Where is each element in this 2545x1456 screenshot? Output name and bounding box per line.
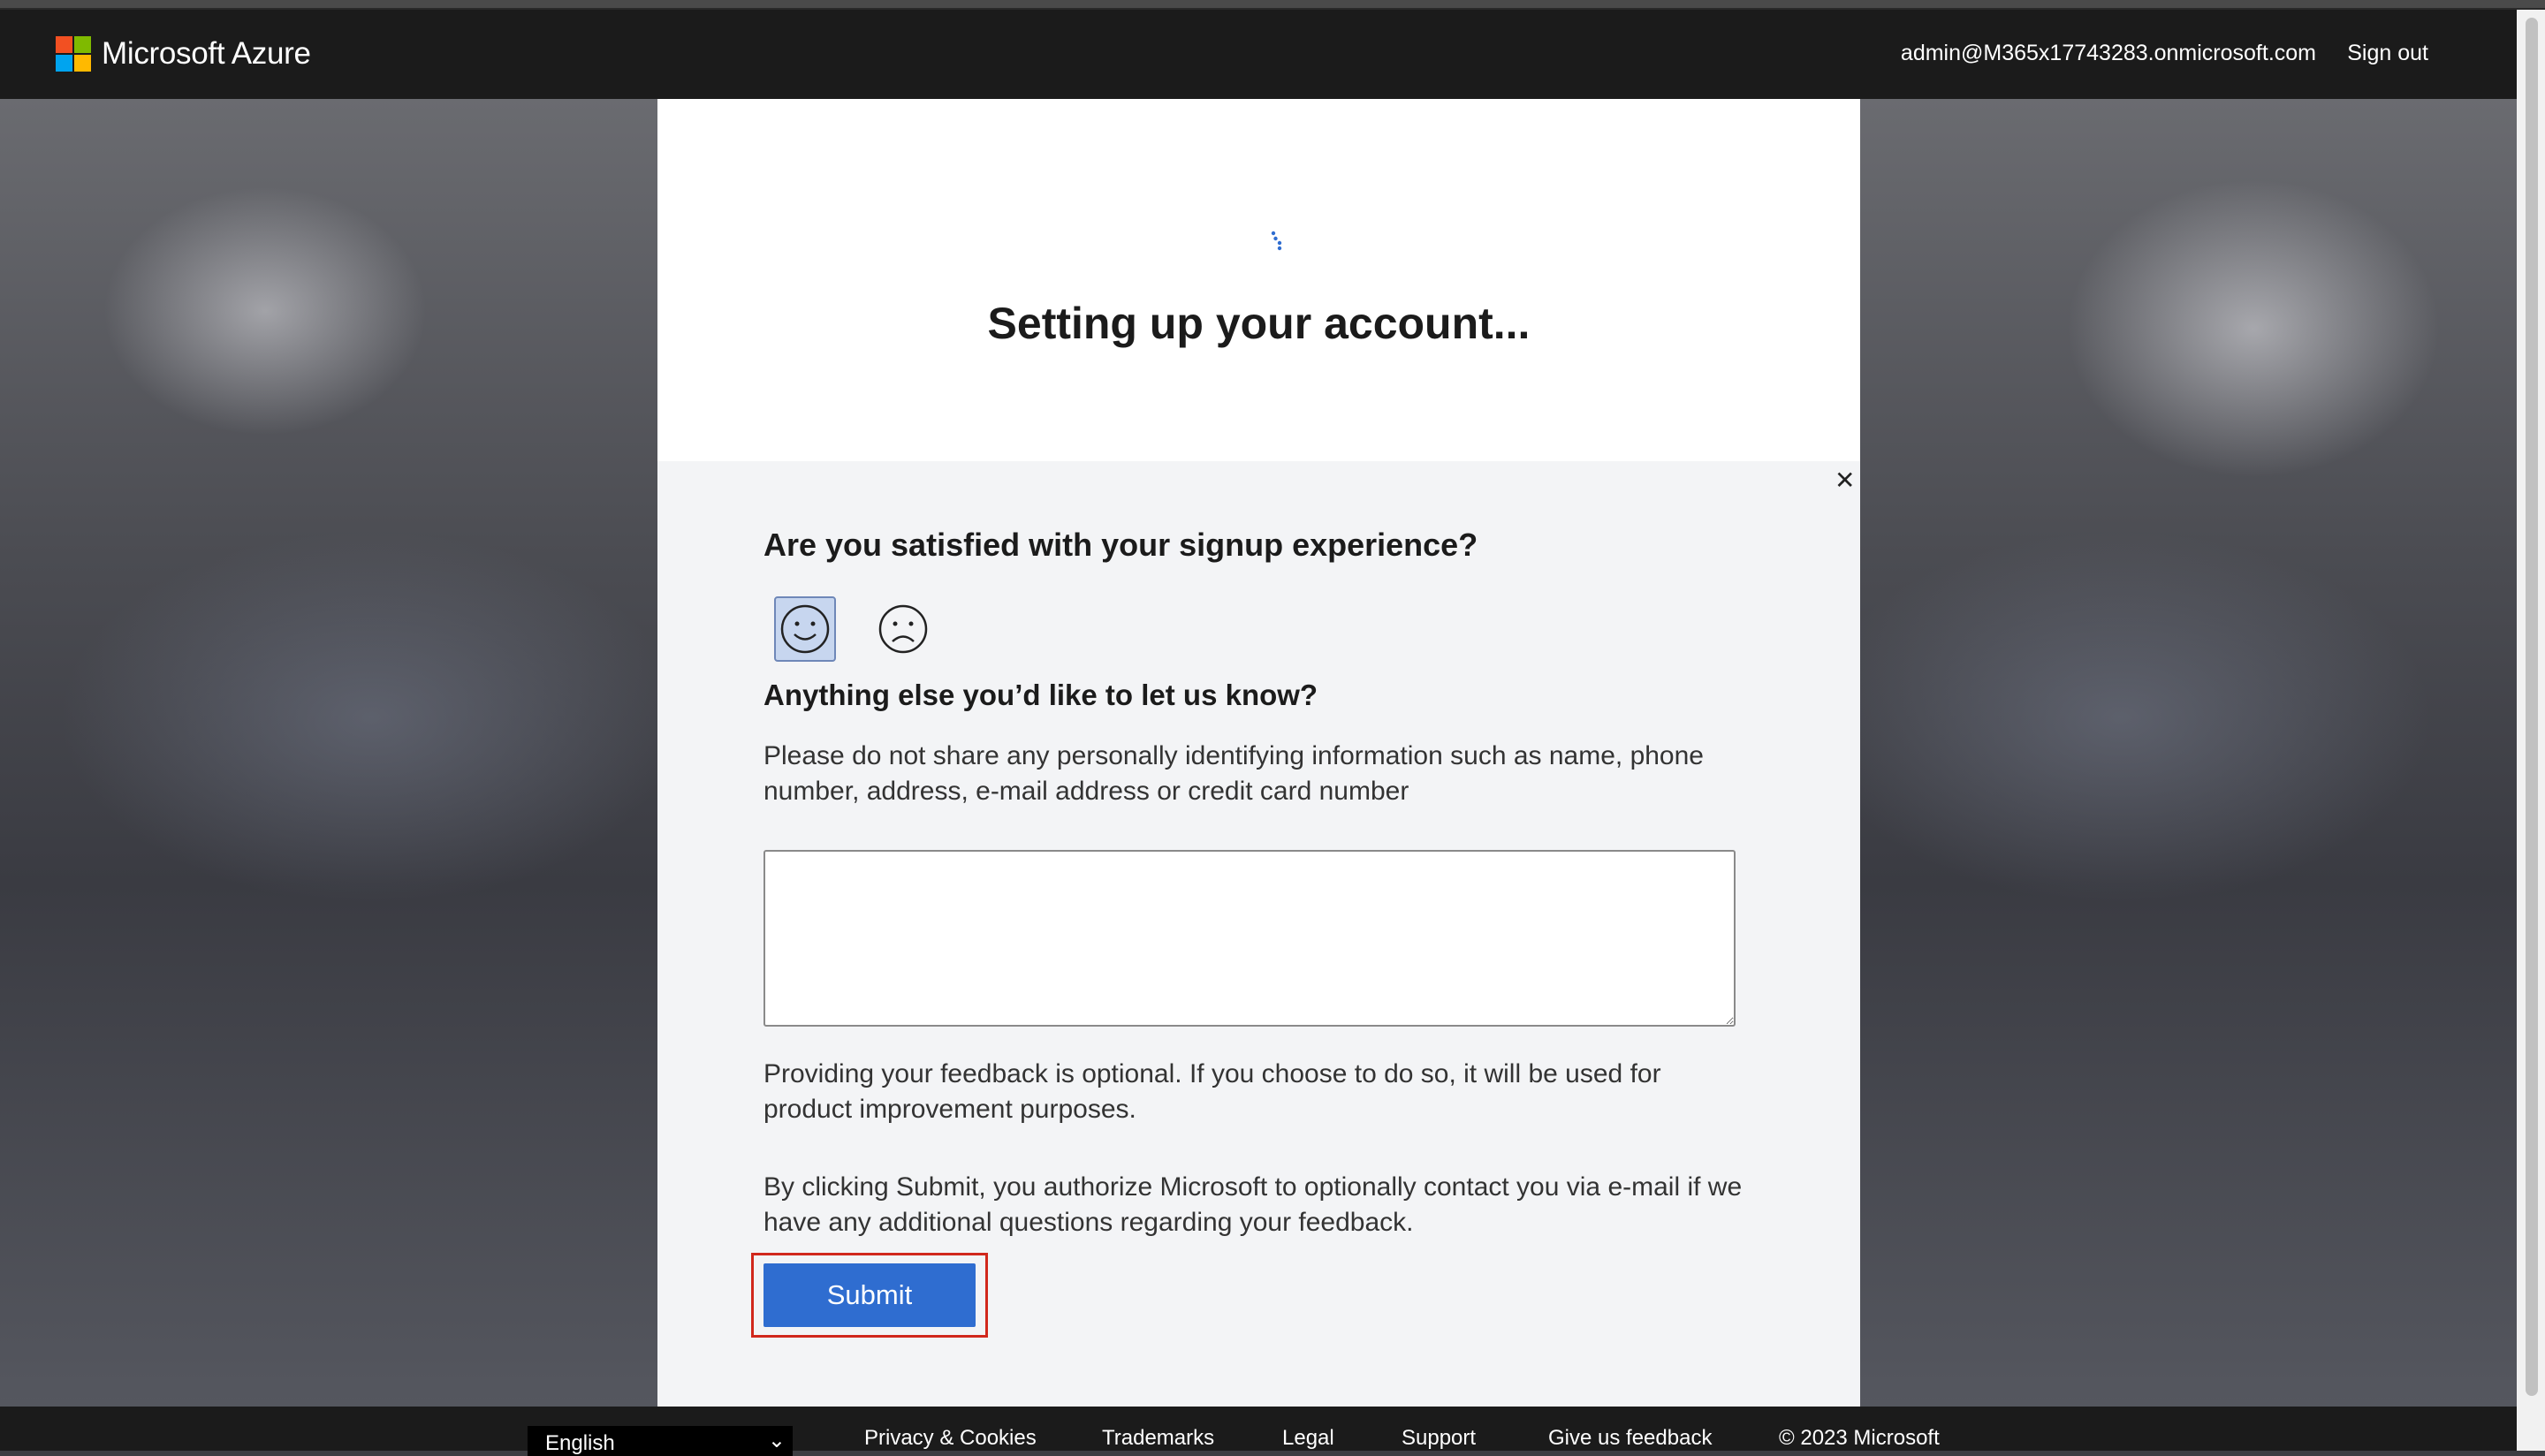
submit-button[interactable]: Submit bbox=[764, 1263, 976, 1327]
microsoft-azure-logo[interactable]: Microsoft Azure bbox=[56, 36, 311, 72]
sad-face-button[interactable] bbox=[872, 596, 934, 662]
page-title: Setting up your account... bbox=[987, 299, 1531, 348]
scrollbar-thumb[interactable] bbox=[2526, 18, 2538, 1396]
browser-top-strip bbox=[0, 0, 2545, 10]
privacy-note: Please do not share any personally ident… bbox=[764, 741, 1704, 806]
microsoft-logo-icon bbox=[56, 36, 91, 72]
authorize-note: By clicking Submit, you authorize Micros… bbox=[764, 1172, 1743, 1237]
footer-link-legal[interactable]: Legal bbox=[1282, 1426, 1334, 1451]
satisfaction-question: Are you satisfied with your signup exper… bbox=[764, 527, 1478, 563]
copyright: © 2023 Microsoft bbox=[1779, 1426, 1940, 1450]
top-header: Microsoft Azure admin@M365x17743283.onmi… bbox=[0, 10, 2517, 99]
setup-status-card: Setting up your account... bbox=[657, 99, 1860, 461]
frown-icon bbox=[878, 604, 928, 654]
smiley-icon bbox=[780, 604, 830, 654]
followup-question: Anything else you’d like to let us know? bbox=[764, 679, 1318, 711]
language-value: English bbox=[545, 1431, 615, 1455]
close-icon[interactable]: ✕ bbox=[1835, 466, 1855, 495]
footer-link-support[interactable]: Support bbox=[1402, 1426, 1476, 1451]
footer: English ⌄ Privacy & Cookies Trademarks L… bbox=[0, 1407, 2517, 1456]
sign-out-link[interactable]: Sign out bbox=[2347, 41, 2428, 66]
language-select[interactable]: English ⌄ bbox=[528, 1426, 793, 1456]
signup-panel: Setting up your account... ✕ Are you sat… bbox=[657, 99, 1860, 1407]
footer-link-trademarks[interactable]: Trademarks bbox=[1102, 1426, 1214, 1451]
loading-spinner-icon bbox=[1271, 231, 1282, 251]
footer-link-feedback[interactable]: Give us feedback bbox=[1548, 1426, 1712, 1451]
chevron-down-icon: ⌄ bbox=[767, 1429, 786, 1452]
optional-note: Providing your feedback is optional. If … bbox=[764, 1059, 1661, 1124]
footer-link-privacy[interactable]: Privacy & Cookies bbox=[864, 1426, 1037, 1451]
feedback-textarea[interactable] bbox=[764, 850, 1736, 1027]
account-email: admin@M365x17743283.onmicrosoft.com bbox=[1900, 41, 2316, 65]
brand-name: Microsoft Azure bbox=[102, 36, 311, 71]
happy-face-button[interactable] bbox=[774, 596, 836, 662]
